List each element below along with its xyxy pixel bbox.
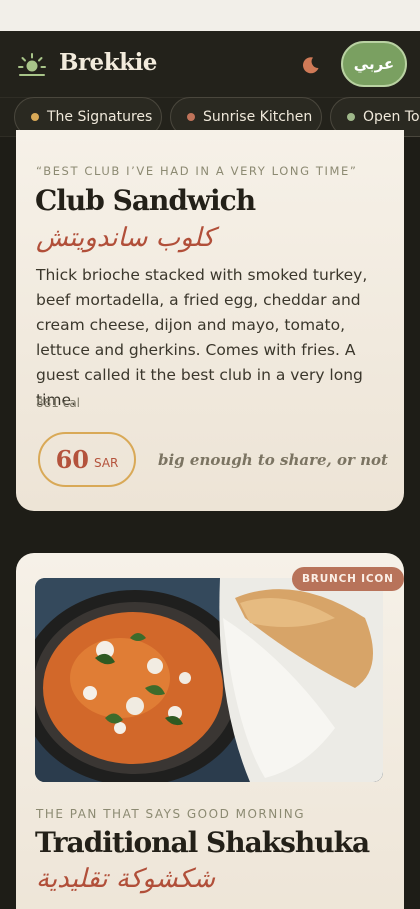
price-pill: 60 SAR — [38, 432, 136, 487]
shakshuka-photo — [35, 578, 383, 782]
item-description: Thick brioche stacked with smoked turkey… — [36, 266, 368, 409]
moon-icon[interactable] — [302, 56, 320, 74]
tab-label: The Signatures — [47, 109, 153, 125]
sun-icon — [18, 53, 46, 76]
item-arabic-title: شكشوكة تقليدية — [36, 864, 216, 894]
price-value: 60 — [55, 445, 89, 474]
price-currency: SAR — [94, 455, 119, 470]
item-title: Traditional Shakshuka — [35, 826, 370, 859]
tab-dot-icon — [187, 113, 195, 121]
status-bar — [0, 0, 420, 31]
item-subtitle: THE PAN THAT SAYS GOOD MORNING — [36, 807, 306, 821]
tab-label: Sunrise Kitchen — [203, 109, 313, 125]
item-calories: 881 cal — [36, 396, 81, 410]
tab-dot-icon — [347, 113, 355, 121]
language-toggle-button[interactable]: عربي — [341, 41, 407, 87]
item-tagline: big enough to share, or not — [158, 451, 388, 469]
status-badge: BRUNCH ICON — [292, 567, 404, 591]
item-quote: “BEST CLUB I’VE HAD IN A VERY LONG TIME” — [36, 164, 358, 178]
tab-label: Open Toa — [363, 109, 420, 125]
item-arabic-title: كلوب ساندويتش — [36, 223, 215, 253]
tab-dot-icon — [31, 113, 39, 121]
brand-title[interactable]: Brekkie — [59, 49, 157, 76]
item-title: Club Sandwich — [35, 184, 256, 217]
